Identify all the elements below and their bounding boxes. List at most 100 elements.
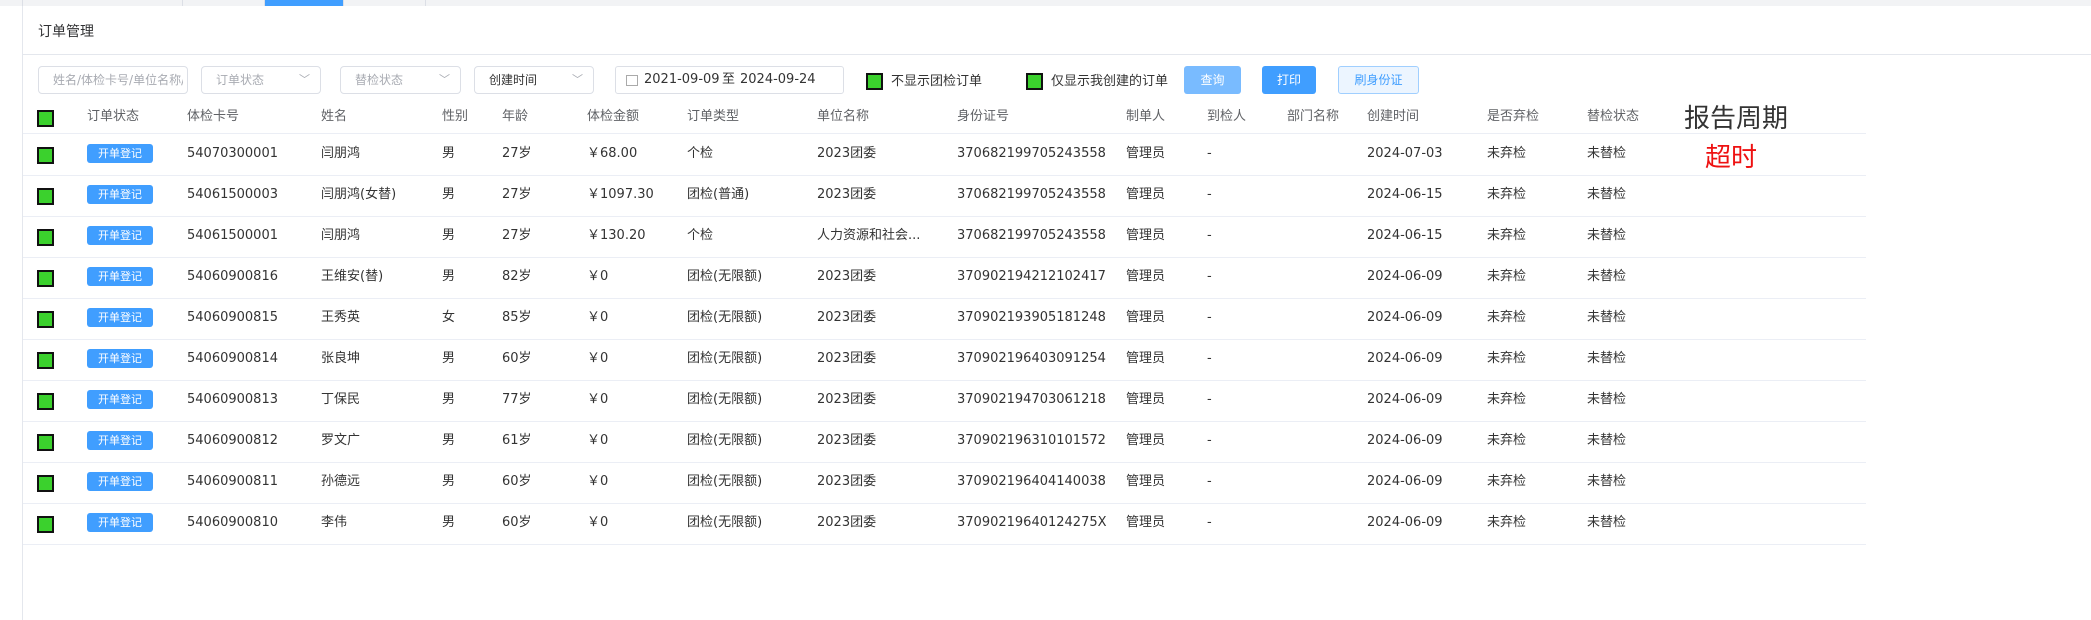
abandon-status: 未弃检: [1487, 515, 1527, 530]
row-checkbox[interactable]: [37, 434, 54, 451]
abandon-status: 未弃检: [1487, 474, 1527, 489]
maker: 管理员: [1126, 310, 1166, 325]
exam-status-placeholder: 替检状态: [355, 73, 404, 87]
only-mine-option[interactable]: 仅显示我创建的订单: [1026, 70, 1168, 90]
tab-1[interactable]: [0, 0, 23, 6]
table-row[interactable]: 开单登记 54060900812 罗文广 男 61岁 ￥0 团检(无限额) 2023团委 370…: [23, 421, 1866, 463]
table-row[interactable]: 开单登记 54060900816 王维安(替) 男 82岁 ￥0 团检(无限额) 2023团委…: [23, 257, 1866, 299]
status-badge[interactable]: 开单登记: [87, 257, 153, 297]
replace-status: 未替检: [1587, 187, 1627, 202]
col-card: 体检卡号: [187, 109, 240, 124]
patient-name: 丁保民: [321, 392, 361, 407]
unit-name: 2023团委: [817, 474, 877, 489]
replace-status: 未替检: [1587, 433, 1627, 448]
status-badge-label[interactable]: 开单登记: [87, 513, 153, 532]
status-badge-label[interactable]: 开单登记: [87, 226, 153, 245]
order-type: 团检(无限额): [687, 474, 763, 489]
maker: 管理员: [1126, 269, 1166, 284]
table-row[interactable]: 开单登记 54061500001 闫朋鸿 男 27岁 ￥130.20 个检 人力资源和社会..…: [23, 216, 1866, 258]
row-checkbox[interactable]: [37, 516, 54, 533]
row-checkbox[interactable]: [37, 393, 54, 410]
status-badge-label[interactable]: 开单登记: [87, 308, 153, 327]
row-checkbox[interactable]: [37, 352, 54, 369]
status-badge-label[interactable]: 开单登记: [87, 144, 153, 163]
replace-status: 未替检: [1587, 228, 1627, 243]
chevron-down-icon: ﹀: [572, 73, 583, 86]
table-row[interactable]: 开单登记 54060900810 李伟 男 60岁 ￥0 团检(无限额) 2023团委 3709…: [23, 503, 1866, 545]
date-range-picker[interactable]: 2021-09-09 至 2024-09-24: [615, 66, 844, 94]
status-badge-label[interactable]: 开单登记: [87, 431, 153, 450]
row-checkbox[interactable]: [37, 188, 54, 205]
col-name: 姓名: [321, 109, 348, 124]
print-button[interactable]: 打印: [1262, 66, 1316, 94]
hide-group-checkbox[interactable]: [866, 73, 883, 90]
chevron-down-icon: ﹀: [299, 73, 310, 86]
patient-name: 闫朋鸿: [321, 228, 361, 243]
status-badge-label[interactable]: 开单登记: [87, 267, 153, 286]
amount: ￥1097.30: [587, 187, 654, 202]
id-card-button[interactable]: 刷身份证: [1338, 66, 1419, 94]
age: 82岁: [502, 269, 532, 284]
only-mine-checkbox[interactable]: [1026, 73, 1043, 90]
status-badge[interactable]: 开单登记: [87, 216, 153, 256]
table-row[interactable]: 开单登记 54070300001 闫朋鸿 男 27岁 ￥68.00 个检 2023团委 3706…: [23, 134, 1866, 176]
status-badge-label[interactable]: 开单登记: [87, 472, 153, 491]
card-number: 54060900815: [187, 310, 278, 325]
status-badge[interactable]: 开单登记: [87, 462, 153, 502]
col-gender: 性别: [442, 109, 469, 124]
maker: 管理员: [1126, 474, 1166, 489]
row-checkbox[interactable]: [37, 475, 54, 492]
order-type: 个检: [687, 228, 714, 243]
hide-group-option[interactable]: 不显示团检订单: [866, 70, 982, 90]
row-checkbox[interactable]: [37, 270, 54, 287]
replace-status: 未替检: [1587, 269, 1627, 284]
annotation-title: 报告周期: [1684, 104, 1789, 134]
table-row[interactable]: 开单登记 54060900814 张良坤 男 60岁 ￥0 团检(无限额) 2023团委 370…: [23, 339, 1866, 381]
exam-status-select[interactable]: 替检状态 ﹀: [340, 66, 461, 94]
time-type-select[interactable]: 创建时间 ﹀: [474, 66, 594, 94]
row-checkbox[interactable]: [37, 147, 54, 164]
card-number: 54060900814: [187, 351, 278, 366]
table-row[interactable]: 开单登记 54060900811 孙德远 男 60岁 ￥0 团检(无限额) 2023团委 370…: [23, 462, 1866, 504]
col-arrival: 到检人: [1207, 109, 1247, 124]
search-placeholder: 姓名/体检卡号/单位名称/身份证号: [53, 73, 183, 87]
select-all-checkbox[interactable]: [37, 110, 54, 127]
row-checkbox[interactable]: [37, 311, 54, 328]
status-badge[interactable]: 开单登记: [87, 380, 153, 420]
query-button[interactable]: 查询: [1184, 66, 1241, 94]
id-number: 370902196403091254: [957, 351, 1106, 366]
status-badge-label[interactable]: 开单登记: [87, 390, 153, 409]
replace-status: 未替检: [1587, 351, 1627, 366]
status-badge[interactable]: 开单登记: [87, 339, 153, 379]
status-badge[interactable]: 开单登记: [87, 421, 153, 461]
search-input[interactable]: 姓名/体检卡号/单位名称/身份证号: [38, 66, 188, 94]
card-number: 54060900813: [187, 392, 278, 407]
table-row[interactable]: 开单登记 54060900815 王秀英 女 85岁 ￥0 团检(无限额) 2023团委 370…: [23, 298, 1866, 340]
amount: ￥68.00: [587, 146, 638, 161]
age: 60岁: [502, 474, 532, 489]
status-badge[interactable]: 开单登记: [87, 503, 153, 543]
hide-group-label: 不显示团检订单: [891, 74, 983, 89]
status-badge-label[interactable]: 开单登记: [87, 185, 153, 204]
status-badge[interactable]: 开单登记: [87, 175, 153, 215]
unit-name: 2023团委: [817, 392, 877, 407]
table-row[interactable]: 开单登记 54061500003 闫朋鸿(女替) 男 27岁 ￥1097.30 团检(普通)…: [23, 175, 1866, 217]
age: 27岁: [502, 187, 532, 202]
status-badge-label[interactable]: 开单登记: [87, 349, 153, 368]
card-number: 54060900810: [187, 515, 278, 530]
table-header: 订单状态 体检卡号 姓名 性别 年龄 体检金额 订单类型 单位名称 身份证号 制…: [23, 101, 1866, 134]
age: 27岁: [502, 228, 532, 243]
table-row[interactable]: 开单登记 54060900813 丁保民 男 77岁 ￥0 团检(无限额) 2023团委 370…: [23, 380, 1866, 422]
abandon-status: 未弃检: [1487, 187, 1527, 202]
amount: ￥0: [587, 351, 609, 366]
abandon-status: 未弃检: [1487, 433, 1527, 448]
maker: 管理员: [1126, 515, 1166, 530]
maker: 管理员: [1126, 187, 1166, 202]
created-date: 2024-06-09: [1367, 474, 1443, 489]
col-abandon: 是否弃检: [1487, 109, 1540, 124]
date-start: 2021-09-09: [644, 72, 720, 87]
status-badge[interactable]: 开单登记: [87, 298, 153, 338]
row-checkbox[interactable]: [37, 229, 54, 246]
status-badge[interactable]: 开单登记: [87, 134, 153, 174]
order-status-select[interactable]: 订单状态 ﹀: [201, 66, 321, 94]
